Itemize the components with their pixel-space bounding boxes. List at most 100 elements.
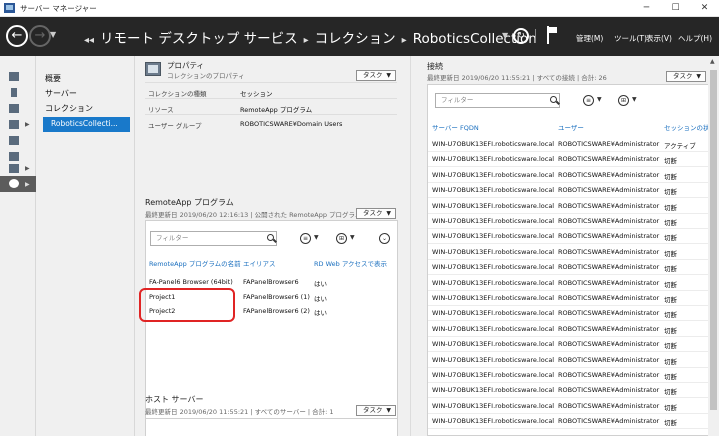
search-icon[interactable] bbox=[267, 234, 274, 241]
table-row[interactable]: WIN-U7OBUK13EFI.roboticsware.local ROBOTI… bbox=[428, 383, 708, 399]
search-icon[interactable] bbox=[550, 96, 557, 103]
chevron-down-icon[interactable]: ▼ bbox=[314, 234, 319, 241]
back-arrow-icon[interactable]: ← bbox=[6, 25, 28, 47]
hostservers-task-button[interactable]: タスク ▼ bbox=[356, 405, 396, 416]
maximize-button[interactable]: ☐ bbox=[661, 0, 690, 17]
expand-arrow-icon[interactable]: ▶ bbox=[25, 121, 30, 128]
table-cell[interactable]: FAPanelBrowser6 (2) bbox=[243, 307, 310, 315]
column-header-user[interactable]: ユーザー bbox=[558, 122, 584, 132]
connections-task-button[interactable]: タスク ▼ bbox=[666, 71, 706, 82]
breadcrumb: ◂◂ リモート デスクトップ サービス ▸ コレクション ▸ RoboticsCollec… bbox=[78, 27, 537, 47]
table-row[interactable]: WIN-U7OBUK13EFI.roboticsware.local ROBOTI… bbox=[428, 276, 708, 291]
file-storage-icon[interactable] bbox=[9, 120, 19, 129]
history-dropdown-icon[interactable]: ▼ bbox=[50, 30, 56, 39]
refresh-icon[interactable]: ↻ bbox=[513, 28, 529, 44]
table-row[interactable]: WIN-U7OBUK13EFI.roboticsware.local ROBOTI… bbox=[428, 214, 708, 229]
remoteapp-filter-input[interactable]: フィルター bbox=[150, 231, 277, 246]
remote-access-icon[interactable] bbox=[9, 152, 19, 161]
expand-arrow-icon[interactable]: ▶ bbox=[25, 181, 30, 188]
table-row[interactable]: WIN-U7OBUK13EFI.roboticsware.local ROBOTI… bbox=[428, 291, 708, 306]
table-row[interactable]: WIN-U7OBUK13EFI.roboticsware.local ROBOTI… bbox=[428, 152, 708, 168]
table-row[interactable]: WIN-U7OBUK13EFI.roboticsware.local ROBOTI… bbox=[428, 399, 708, 414]
table-cell[interactable]: はい bbox=[314, 307, 327, 317]
table-row[interactable]: WIN-U7OBUK13EFI.roboticsware.local ROBOTI… bbox=[428, 368, 708, 383]
scrollbar-thumb[interactable] bbox=[710, 70, 717, 410]
table-row[interactable]: WIN-U7OBUK13EFI.roboticsware.local ROBOTI… bbox=[428, 322, 708, 337]
cell-fqdn: WIN-U7OBUK13EFI.roboticsware.local bbox=[432, 278, 555, 287]
breadcrumb-item-rds[interactable]: リモート デスクトップ サービス bbox=[100, 31, 298, 47]
menu-view[interactable]: 表示(V) bbox=[646, 33, 672, 44]
cell-session-state: 切断 bbox=[664, 403, 677, 412]
hostservers-title: ホスト サーバー bbox=[145, 395, 204, 404]
chevron-down-icon[interactable]: ▼ bbox=[632, 96, 637, 103]
table-cell[interactable]: FAPanelBrowser6 (1) bbox=[243, 293, 310, 301]
menu-tools[interactable]: ツール(T) bbox=[614, 33, 647, 44]
navigation-bar: ← → ▼ ◂◂ リモート デスクトップ サービス ▸ コレクション ▸ Robotics… bbox=[0, 17, 719, 56]
table-cell[interactable]: はい bbox=[314, 293, 327, 303]
save-query-icon[interactable]: ⊞ bbox=[618, 95, 629, 106]
task-label: タスク bbox=[673, 72, 693, 80]
table-row[interactable]: WIN-U7OBUK13EFI.roboticsware.local ROBOTI… bbox=[428, 183, 708, 199]
table-row[interactable]: WIN-U7OBUK13EFI.roboticsware.local ROBOTI… bbox=[428, 260, 708, 276]
save-query-icon[interactable]: ⊞ bbox=[336, 233, 347, 244]
chevron-down-icon[interactable]: ▼ bbox=[597, 96, 602, 103]
subnav-item-overview[interactable]: 概要 bbox=[45, 73, 61, 84]
remoteapp-task-button[interactable]: タスク ▼ bbox=[356, 208, 396, 219]
column-header-fqdn[interactable]: サーバー FQDN bbox=[432, 122, 479, 132]
cell-fqdn: WIN-U7OBUK13EFI.roboticsware.local bbox=[432, 186, 555, 195]
breadcrumb-dropdown-icon[interactable]: ▼ bbox=[502, 31, 508, 40]
table-row[interactable]: WIN-U7OBUK13EFI.roboticsware.local ROBOTI… bbox=[428, 353, 708, 368]
list-view-icon[interactable]: ≡ bbox=[583, 95, 594, 106]
sub-navigation: 概要 サーバー コレクション RoboticsCollecti... bbox=[36, 56, 135, 436]
notification-flag-icon[interactable] bbox=[546, 26, 558, 44]
table-row[interactable]: WIN-U7OBUK13EFI.roboticsware.local ROBOTI… bbox=[428, 168, 708, 183]
breadcrumb-item-collections[interactable]: コレクション bbox=[315, 31, 396, 47]
minimize-button[interactable]: ─ bbox=[632, 0, 661, 17]
table-row[interactable]: WIN-U7OBUK13EFI.roboticsware.local ROBOTI… bbox=[428, 245, 708, 260]
expand-arrow-icon[interactable]: ▶ bbox=[25, 165, 30, 172]
forward-arrow-icon[interactable]: → bbox=[29, 25, 51, 47]
table-cell[interactable]: FA-Panel6 Browser (64bit) bbox=[149, 278, 233, 286]
menu-manage[interactable]: 管理(M) bbox=[576, 33, 603, 44]
window-title: サーバー マネージャー bbox=[20, 4, 97, 13]
local-server-icon[interactable] bbox=[11, 88, 17, 97]
table-row[interactable]: WIN-U7OBUK13EFI.roboticsware.local ROBOTI… bbox=[428, 137, 708, 152]
subnav-item-robotics-collection[interactable]: RoboticsCollecti... bbox=[43, 117, 130, 132]
scroll-up-icon[interactable]: ▲ bbox=[710, 58, 715, 65]
dashboard-icon[interactable] bbox=[9, 72, 19, 81]
menu-help[interactable]: ヘルプ(H) bbox=[678, 33, 712, 44]
rds-role-icon[interactable] bbox=[9, 164, 19, 173]
connections-filter-input[interactable]: フィルター bbox=[435, 93, 560, 108]
rds-selected-icon[interactable] bbox=[9, 179, 19, 188]
properties-task-button[interactable]: タスク ▼ bbox=[356, 70, 396, 81]
all-servers-icon[interactable] bbox=[9, 104, 19, 113]
chevron-down-icon[interactable]: ▼ bbox=[350, 234, 355, 241]
table-row[interactable]: WIN-U7OBUK13EFI.roboticsware.local ROBOTI… bbox=[428, 414, 708, 430]
table-row[interactable]: WIN-U7OBUK13EFI.roboticsware.local ROBOTI… bbox=[428, 199, 708, 214]
cell-session-state: 切断 bbox=[664, 419, 677, 428]
list-view-icon[interactable]: ≡ bbox=[300, 233, 311, 244]
table-row[interactable]: WIN-U7OBUK13EFI.roboticsware.local ROBOTI… bbox=[428, 337, 708, 353]
vertical-scrollbar[interactable]: ▲ bbox=[708, 56, 719, 436]
cell-session-state: 切断 bbox=[664, 280, 677, 289]
column-header-alias[interactable]: エイリアス bbox=[243, 258, 276, 268]
hostservers-panel bbox=[145, 418, 398, 436]
cell-user: ROBOTICSWARE¥Administrator bbox=[558, 401, 660, 410]
column-header-name[interactable]: RemoteApp プログラムの名前 bbox=[149, 258, 241, 268]
task-label: タスク bbox=[363, 71, 383, 79]
subnav-item-collections[interactable]: コレクション bbox=[45, 103, 93, 114]
expand-chevron-icon[interactable]: ⌄ bbox=[379, 233, 390, 244]
chevron-down-icon: ▼ bbox=[386, 72, 391, 79]
iis-icon[interactable] bbox=[9, 136, 19, 145]
subnav-item-servers[interactable]: サーバー bbox=[45, 88, 77, 99]
table-cell[interactable]: FAPanelBrowser6 bbox=[243, 278, 299, 286]
table-cell[interactable]: はい bbox=[314, 278, 327, 288]
pane-splitter[interactable] bbox=[410, 56, 419, 436]
column-header-session-state[interactable]: セッションの状態 bbox=[664, 122, 708, 132]
breadcrumb-separator-icon: ◂◂ bbox=[84, 35, 95, 46]
close-button[interactable]: ✕ bbox=[690, 0, 719, 17]
column-header-rdweb[interactable]: RD Web アクセスで表示 bbox=[314, 258, 387, 268]
table-row[interactable]: WIN-U7OBUK13EFI.roboticsware.local ROBOTI… bbox=[428, 306, 708, 322]
table-row[interactable]: WIN-U7OBUK13EFI.roboticsware.local ROBOTI… bbox=[428, 229, 708, 245]
cell-session-state: 切断 bbox=[664, 342, 677, 351]
